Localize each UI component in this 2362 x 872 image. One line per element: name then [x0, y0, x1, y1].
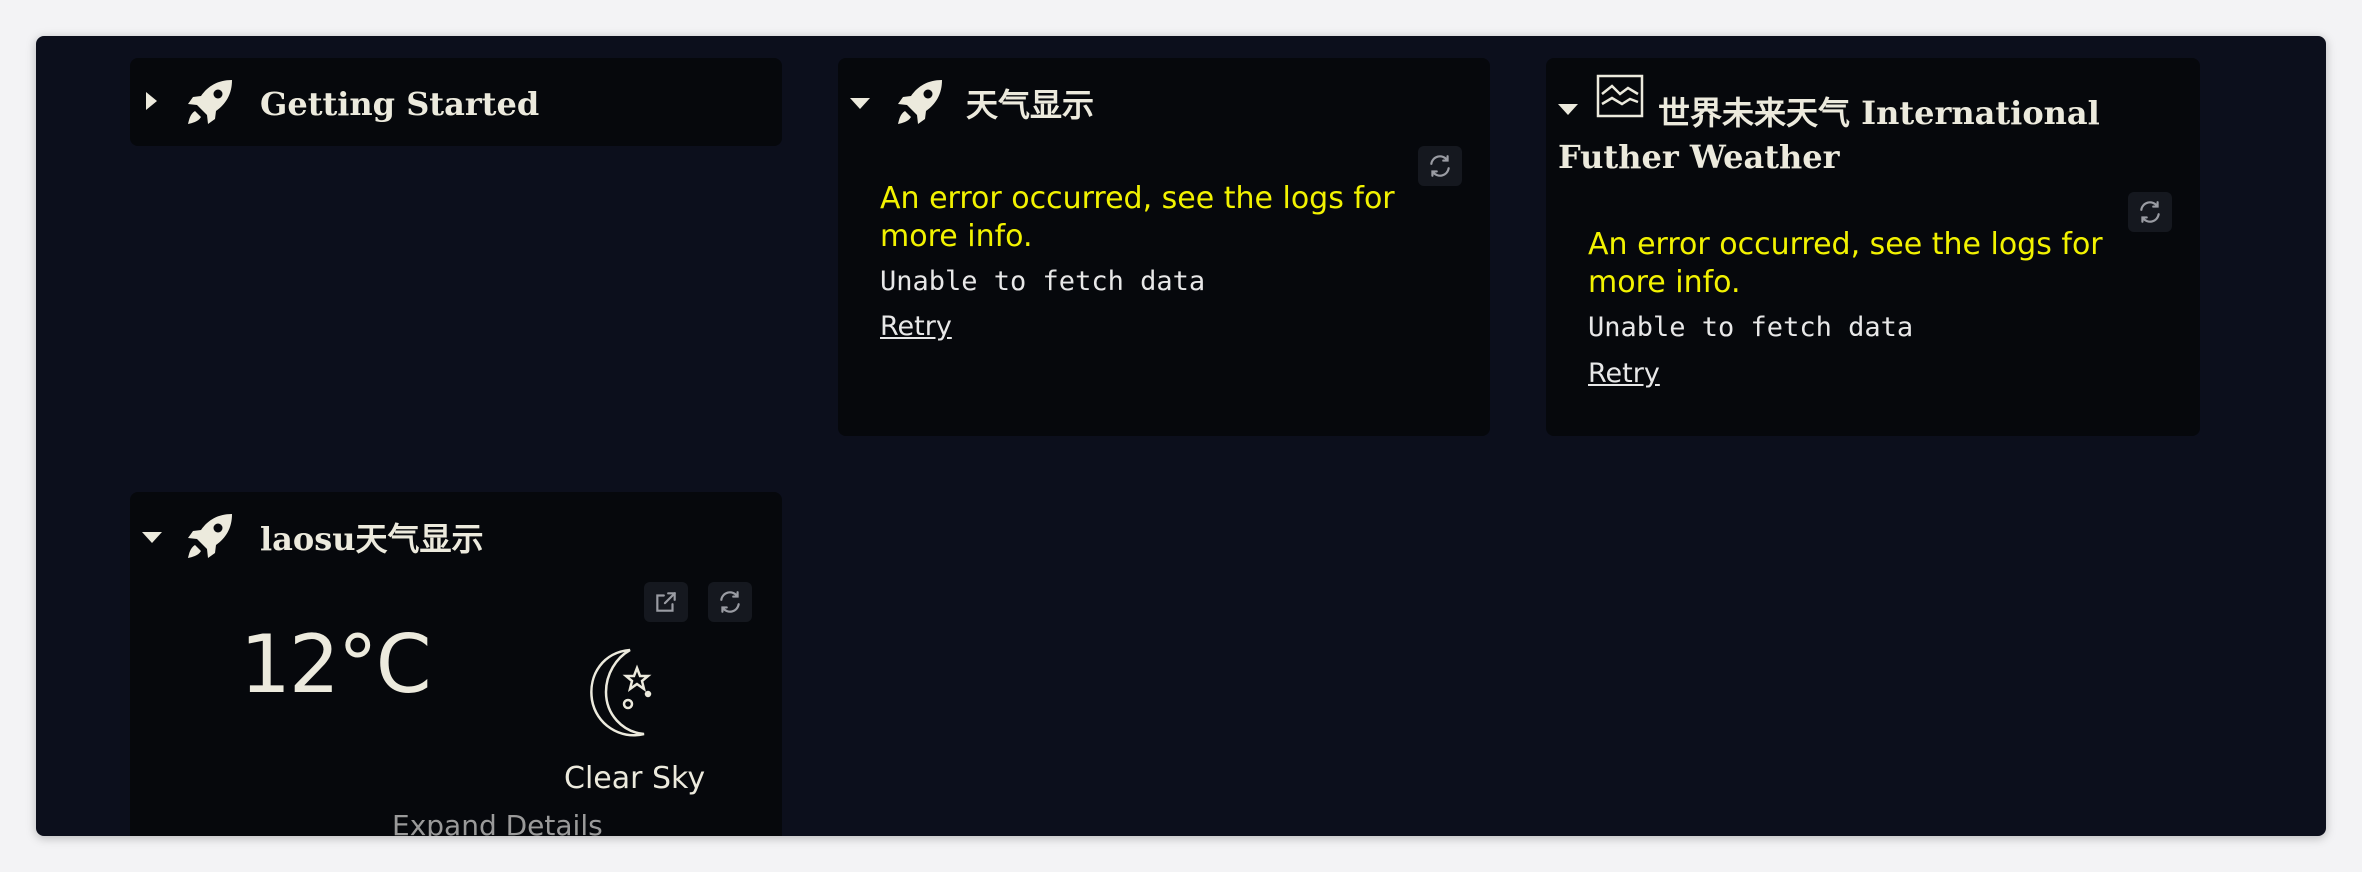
widget-title-continued: Futher Weather: [1558, 132, 1840, 179]
refresh-icon: [720, 591, 740, 613]
fetch-error-detail: Unable to fetch data: [1588, 312, 1914, 343]
collapse-caret-icon[interactable]: [850, 98, 870, 109]
getting-started-title: Getting Started: [260, 84, 540, 123]
collapse-caret-icon[interactable]: [142, 532, 162, 543]
temperature-value: 12°C: [240, 618, 432, 711]
world-weather-widget: 世界未来天气 International Futher Weather An e…: [1546, 58, 2200, 436]
moon-stars-icon: [590, 648, 652, 737]
chart-icon: [1596, 74, 1644, 118]
laosu-weather-title: laosu天气显示: [260, 519, 484, 558]
widget-title[interactable]: laosu天气显示: [260, 514, 484, 561]
fetch-error-detail: Unable to fetch data: [880, 266, 1206, 297]
external-link-icon: [656, 592, 676, 612]
laosu-weather-widget: laosu天气显示 12°C Clear Sky Expand Details: [130, 492, 782, 836]
weather-cn-title: 天气显示: [966, 85, 1095, 124]
retry-link[interactable]: Retry: [1588, 358, 1660, 389]
retry-link[interactable]: Retry: [880, 311, 952, 342]
refresh-button[interactable]: [708, 582, 752, 622]
expand-caret-icon[interactable]: [146, 92, 157, 110]
collapse-caret-icon[interactable]: [1558, 104, 1578, 115]
weather-condition: Clear Sky: [564, 761, 706, 796]
expand-details-link[interactable]: Expand Details: [392, 809, 603, 836]
rocket-icon: [188, 80, 232, 124]
error-message: An error occurred, see the logs for more…: [880, 181, 1395, 254]
refresh-button[interactable]: [1418, 146, 1462, 186]
widget-title[interactable]: 天气显示: [966, 80, 1094, 127]
weather-cn-widget: 天气显示 An error occurred, see the logs for…: [838, 58, 1490, 436]
refresh-icon: [1430, 155, 1450, 177]
world-weather-title-line2: Futher Weather: [1558, 137, 1840, 176]
dashboard-frame: Getting Started 天气显示 An error occurred, …: [36, 36, 2326, 836]
refresh-button[interactable]: [2128, 192, 2172, 232]
widget-title[interactable]: 世界未来天气 International: [1658, 88, 2100, 135]
world-weather-title-line1: 世界未来天气 International: [1658, 93, 2100, 132]
refresh-icon: [2140, 201, 2160, 223]
rocket-icon: [898, 80, 942, 124]
open-external-button[interactable]: [644, 582, 688, 622]
rocket-icon: [188, 514, 232, 558]
error-message: An error occurred, see the logs for more…: [1588, 227, 2103, 300]
widget-title[interactable]: Getting Started: [260, 79, 539, 126]
getting-started-widget: Getting Started: [130, 58, 782, 146]
